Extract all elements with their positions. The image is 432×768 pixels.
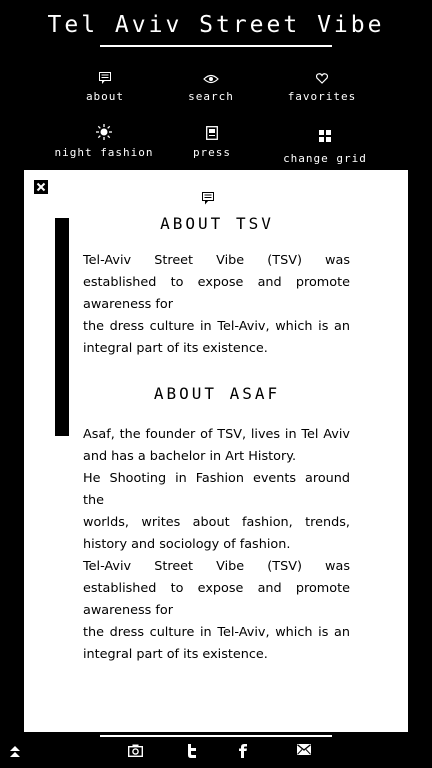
newspaper-icon xyxy=(152,122,272,140)
nav-search[interactable]: search xyxy=(151,66,271,103)
nav-press[interactable]: press xyxy=(152,122,272,159)
footer-divider xyxy=(100,735,332,737)
nav-night-fashion[interactable]: night fashion xyxy=(44,122,164,159)
nav-search-label: search xyxy=(188,90,234,103)
about-tsv-text: Tel-Aviv Street Vibe (TSV) was establish… xyxy=(83,253,350,356)
twitter-icon[interactable] xyxy=(186,744,198,758)
about-asaf-text: Asaf, the founder of TSV, lives in Tel A… xyxy=(83,427,350,552)
nav-night-fashion-label: night fashion xyxy=(54,146,154,159)
sun-icon xyxy=(44,122,164,140)
accent-bar xyxy=(55,218,69,436)
nav-change-grid-label: change grid xyxy=(283,152,367,165)
mail-icon[interactable] xyxy=(297,744,311,755)
scroll-top-icon[interactable] xyxy=(9,746,21,758)
close-icon[interactable] xyxy=(34,180,48,194)
nav-favorites-label: favorites xyxy=(287,90,357,103)
comment-icon xyxy=(202,190,214,209)
about-asaf-heading: ABOUT ASAF xyxy=(153,384,281,403)
heart-icon xyxy=(262,66,382,84)
title-divider xyxy=(100,45,332,47)
about-tsv-text-repeat: Tel-Aviv Street Vibe (TSV) was establish… xyxy=(83,559,350,662)
eye-icon xyxy=(151,66,271,84)
site-title: Tel Aviv Street Vibe xyxy=(47,12,385,38)
about-tsv-heading: ABOUT TSV xyxy=(160,214,274,233)
grid-icon xyxy=(265,124,385,142)
facebook-icon[interactable] xyxy=(238,744,248,758)
nav-about[interactable]: about xyxy=(45,66,165,103)
nav-press-label: press xyxy=(192,146,232,159)
nav-favorites[interactable]: favorites xyxy=(262,66,382,103)
camera-icon[interactable] xyxy=(128,744,143,757)
nav-change-grid[interactable]: change grid xyxy=(265,124,385,165)
nav-about-label: about xyxy=(85,90,125,103)
about-panel: ABOUT TSV Tel-Aviv Street Vibe (TSV) was… xyxy=(24,170,408,732)
comment-icon xyxy=(45,66,165,84)
